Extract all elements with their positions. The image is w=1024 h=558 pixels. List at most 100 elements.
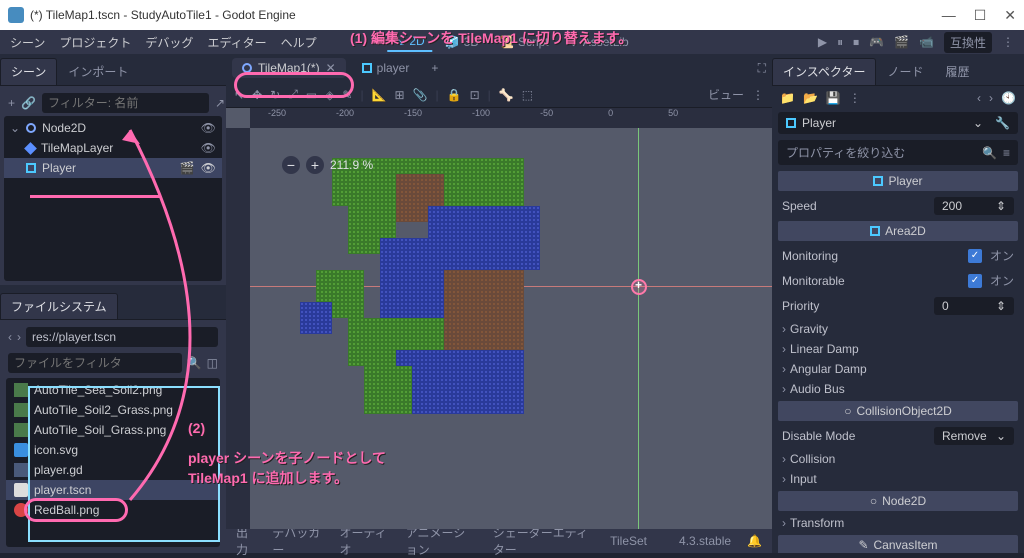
pause-button[interactable]: ⏸ [837, 35, 843, 50]
menu-help[interactable]: ヘルプ [281, 34, 317, 51]
section-node2d[interactable]: ○ Node2D [778, 491, 1018, 511]
tree-node-tilemaplayer[interactable]: TileMapLayer 👁 [4, 138, 222, 158]
disable-mode-select[interactable]: Remove⌄ [934, 427, 1014, 445]
movie-button[interactable]: 📹 [919, 35, 934, 49]
group-icon[interactable]: ⊡ [470, 88, 480, 102]
prop-angular-damp[interactable]: Angular Damp [772, 359, 1024, 379]
fwd-icon[interactable]: › [17, 330, 21, 344]
speed-input[interactable]: 200⇕ [934, 197, 1014, 215]
remote-button[interactable]: 🎮 [869, 35, 884, 49]
file-row[interactable]: AutoTile_Sea_Soil2.png [6, 380, 220, 400]
menu-scene[interactable]: シーン [10, 34, 45, 51]
file-row[interactable]: RedBall.png [6, 500, 220, 520]
monitoring-checkbox[interactable]: ✓ [968, 249, 982, 263]
tool-icon[interactable]: 📎 [413, 88, 428, 102]
folder-icon[interactable]: 📁 [780, 91, 795, 105]
open-icon[interactable]: 📂 [803, 91, 818, 105]
view-2d-tab[interactable]: ↘ 2D [387, 32, 432, 52]
menu-dots-icon[interactable]: ⋮ [1002, 35, 1014, 49]
view-3d-tab[interactable]: 🧊 3D [437, 32, 487, 52]
history-icon[interactable]: 🕙 [1001, 91, 1016, 105]
visibility-icon[interactable]: 👁 [201, 121, 216, 135]
close-button[interactable]: ✕ [1004, 7, 1016, 24]
file-row-player-tscn[interactable]: player.tscn [6, 480, 220, 500]
bottom-tileset[interactable]: TileSet [610, 534, 647, 548]
lock-icon[interactable]: 🔒 [447, 88, 462, 102]
menu-debug[interactable]: デバッグ [145, 34, 193, 51]
select-tool-icon[interactable]: ↖ [234, 88, 244, 102]
rotate-tool-icon[interactable]: ↻ [270, 88, 280, 102]
bone-icon[interactable]: 🦴 [499, 88, 514, 102]
prop-gravity[interactable]: Gravity [772, 319, 1024, 339]
dots-icon[interactable]: ⋮ [849, 91, 861, 105]
add-node-icon[interactable]: + [8, 96, 15, 110]
search-icon[interactable]: 🔍 [187, 356, 202, 370]
move-tool-icon[interactable]: ✥ [252, 88, 262, 102]
visibility-icon[interactable]: 👁 [201, 161, 216, 175]
section-area2d[interactable]: Area2D [778, 221, 1018, 241]
file-row[interactable]: player.gd [6, 460, 220, 480]
tab-filesystem[interactable]: ファイルシステム [0, 293, 118, 319]
close-tab-icon[interactable]: ✕ [326, 61, 336, 75]
file-filter-input[interactable] [8, 353, 182, 373]
tab-history[interactable]: 履歴 [934, 58, 980, 85]
tool-icon[interactable]: ⊞ [395, 88, 405, 102]
tab-scene[interactable]: シーン [0, 58, 57, 85]
tool-icon[interactable]: ◈ [325, 88, 334, 102]
view-assetlib-tab[interactable]: ⬇ AssetLib [561, 32, 637, 52]
tree-node-root[interactable]: ⌄ Node2D 👁 [4, 118, 222, 138]
file-row[interactable]: AutoTile_Soil2_Grass.png [6, 400, 220, 420]
zoom-out-button[interactable]: − [282, 156, 300, 174]
save-icon[interactable]: 💾 [826, 91, 841, 105]
inspector-filter-placeholder[interactable]: プロパティを絞り込む [786, 144, 976, 161]
tool-icon[interactable]: ▭ [306, 88, 317, 102]
filesystem-path[interactable] [26, 327, 218, 347]
filter-icon[interactable]: ≡ [1003, 146, 1010, 160]
view-menu[interactable]: ビュー [708, 86, 744, 103]
monitorable-checkbox[interactable]: ✓ [968, 274, 982, 288]
menu-project[interactable]: プロジェクト [59, 34, 131, 51]
link-icon[interactable]: 🔗 [21, 96, 36, 110]
tool-icon[interactable]: ✎ [342, 88, 352, 102]
minimize-button[interactable]: — [942, 7, 956, 24]
prop-linear-damp[interactable]: Linear Damp [772, 339, 1024, 359]
tool-icon[interactable]: 🔧 [995, 116, 1010, 130]
scene-tab-player[interactable]: player [352, 58, 420, 78]
stop-button[interactable]: ⏹ [853, 35, 859, 50]
section-collisionobject2d[interactable]: ○ CollisionObject2D [778, 401, 1018, 421]
ruler-tool-icon[interactable]: 📐 [372, 88, 387, 102]
add-tab-icon[interactable]: + [431, 61, 438, 75]
prop-collision[interactable]: Collision [772, 449, 1024, 469]
visibility-icon[interactable]: 👁 [201, 141, 216, 155]
notif-icon[interactable]: 🔔 [747, 534, 762, 548]
play-scene-button[interactable]: 🎬 [894, 35, 909, 49]
expand-icon[interactable]: ⛶ [758, 61, 766, 76]
split-icon[interactable]: ◫ [207, 356, 218, 370]
scale-tool-icon[interactable]: ⤢ [288, 87, 298, 102]
inspector-node-select[interactable]: Player ⌄ 🔧 [778, 112, 1018, 134]
prop-input[interactable]: Input [772, 469, 1024, 489]
filter-icon[interactable]: ↗ [215, 96, 225, 110]
tab-inspector[interactable]: インスペクター [772, 58, 876, 85]
play-button[interactable]: ▶ [818, 35, 827, 49]
menu-editor[interactable]: エディター [207, 34, 266, 51]
player-gizmo[interactable] [631, 279, 647, 295]
zoom-in-button[interactable]: + [306, 156, 324, 174]
section-player[interactable]: Player [778, 171, 1018, 191]
prop-transform[interactable]: Transform [772, 513, 1024, 533]
tab-import[interactable]: インポート [57, 58, 139, 85]
tool-icon[interactable]: ⬚ [522, 88, 533, 102]
tab-node[interactable]: ノード [876, 58, 934, 85]
scene-filter-input[interactable] [42, 93, 209, 113]
section-canvasitem[interactable]: ✎ CanvasItem [778, 535, 1018, 553]
renderer-select[interactable]: 互換性 [944, 32, 992, 53]
viewport-canvas[interactable]: − + 211.9 % [250, 128, 772, 529]
tree-node-player[interactable]: Player 🎬 👁 [4, 158, 222, 178]
prop-audio-bus[interactable]: Audio Bus [772, 379, 1024, 399]
back-icon[interactable]: ‹ [8, 330, 12, 344]
priority-input[interactable]: 0⇕ [934, 297, 1014, 315]
open-scene-icon[interactable]: 🎬 [180, 161, 195, 175]
maximize-button[interactable]: ☐ [974, 7, 987, 24]
scene-tab-tilemap1[interactable]: TileMap1(*) ✕ [232, 58, 346, 78]
history-fwd-icon[interactable]: › [989, 91, 993, 105]
